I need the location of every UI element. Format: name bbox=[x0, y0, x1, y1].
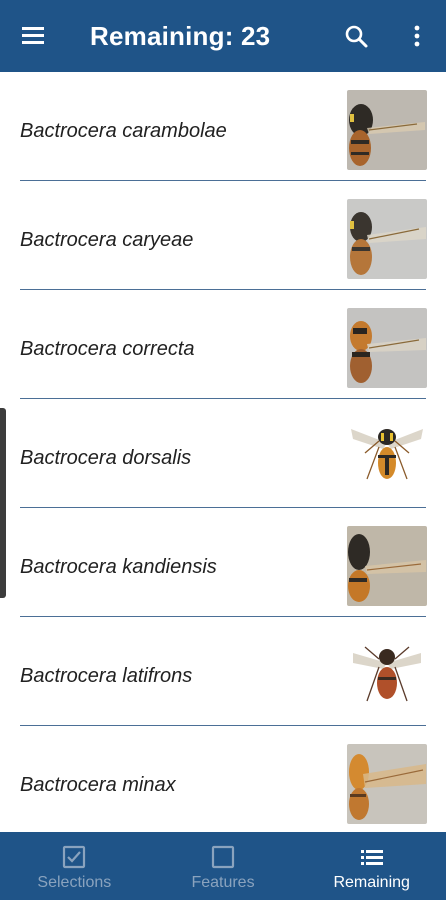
species-name: Bactrocera minax bbox=[20, 774, 176, 796]
species-name: Bactrocera caryeae bbox=[20, 229, 194, 251]
species-name: Bactrocera carambolae bbox=[20, 120, 227, 142]
list-item[interactable]: Bactrocera kandiensis bbox=[0, 508, 446, 617]
list-item[interactable]: Bactrocera carambolae bbox=[0, 72, 446, 181]
page-title: Remaining: 23 bbox=[90, 21, 271, 51]
species-name: Bactrocera correcta bbox=[20, 338, 195, 360]
fly-side-view-image bbox=[347, 308, 427, 388]
list-item[interactable]: Bactrocera minax bbox=[0, 726, 446, 832]
list-icon bbox=[359, 845, 385, 869]
search-icon[interactable] bbox=[344, 24, 370, 50]
species-name: Bactrocera kandiensis bbox=[20, 556, 217, 578]
species-name: Bactrocera dorsalis bbox=[20, 447, 192, 469]
list-item[interactable]: Bactrocera dorsalis bbox=[0, 399, 446, 508]
fly-side-view-image bbox=[347, 199, 427, 279]
checkbox-checked-icon bbox=[61, 845, 87, 869]
fly-side-view-image bbox=[347, 744, 427, 824]
species-list[interactable]: Bactrocera carambolae Bactrocera caryeae bbox=[0, 72, 446, 832]
fly-dorsal-view-image bbox=[347, 635, 427, 715]
nav-features[interactable]: Features bbox=[149, 832, 298, 900]
fly-dorsal-view-image bbox=[347, 417, 427, 497]
species-name: Bactrocera latifrons bbox=[20, 665, 193, 687]
nav-label: Remaining bbox=[333, 874, 410, 891]
drawer-edge-handle[interactable] bbox=[0, 408, 6, 598]
fly-side-view-image bbox=[347, 526, 427, 606]
more-vertical-icon[interactable] bbox=[404, 22, 430, 50]
nav-selections[interactable]: Selections bbox=[0, 832, 149, 900]
nav-label: Selections bbox=[37, 874, 112, 891]
nav-label: Features bbox=[191, 874, 255, 891]
nav-remaining[interactable]: Remaining bbox=[297, 832, 446, 900]
app-bar: Remaining: 23 bbox=[0, 0, 446, 72]
checkbox-empty-icon bbox=[210, 845, 236, 869]
list-item[interactable]: Bactrocera correcta bbox=[0, 290, 446, 399]
list-item[interactable]: Bactrocera caryeae bbox=[0, 181, 446, 290]
fly-side-view-image bbox=[347, 90, 427, 170]
hamburger-menu-icon[interactable] bbox=[18, 22, 52, 50]
list-item[interactable]: Bactrocera latifrons bbox=[0, 617, 446, 726]
bottom-navigation: Selections Features Remaining bbox=[0, 832, 446, 900]
